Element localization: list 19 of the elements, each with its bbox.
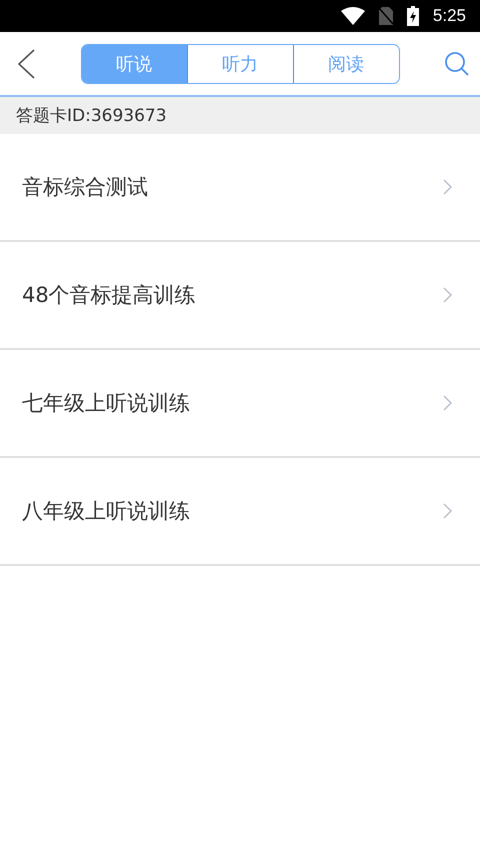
item-title: 音标综合测试: [22, 174, 148, 201]
search-icon[interactable]: [444, 50, 470, 76]
no-sim-icon: [378, 7, 393, 25]
list-item[interactable]: 八年级上听说训练: [0, 458, 480, 566]
item-title: 七年级上听说训练: [22, 390, 190, 417]
back-icon[interactable]: [16, 48, 36, 80]
answer-card-id: 答题卡ID:3693673: [16, 105, 167, 127]
chevron-right-icon: [443, 179, 452, 195]
list-item[interactable]: 七年级上听说训练: [0, 350, 480, 458]
chevron-right-icon: [443, 395, 452, 411]
list-item[interactable]: 音标综合测试: [0, 134, 480, 242]
item-title: 48个音标提高训练: [22, 282, 196, 309]
chevron-right-icon: [443, 503, 452, 519]
battery-icon: [406, 6, 419, 26]
chevron-right-icon: [443, 287, 452, 303]
wifi-icon: [340, 7, 365, 25]
list-item[interactable]: 48个音标提高训练: [0, 242, 480, 350]
clock-time: 5:25: [432, 6, 466, 26]
item-title: 八年级上听说训练: [22, 498, 190, 525]
